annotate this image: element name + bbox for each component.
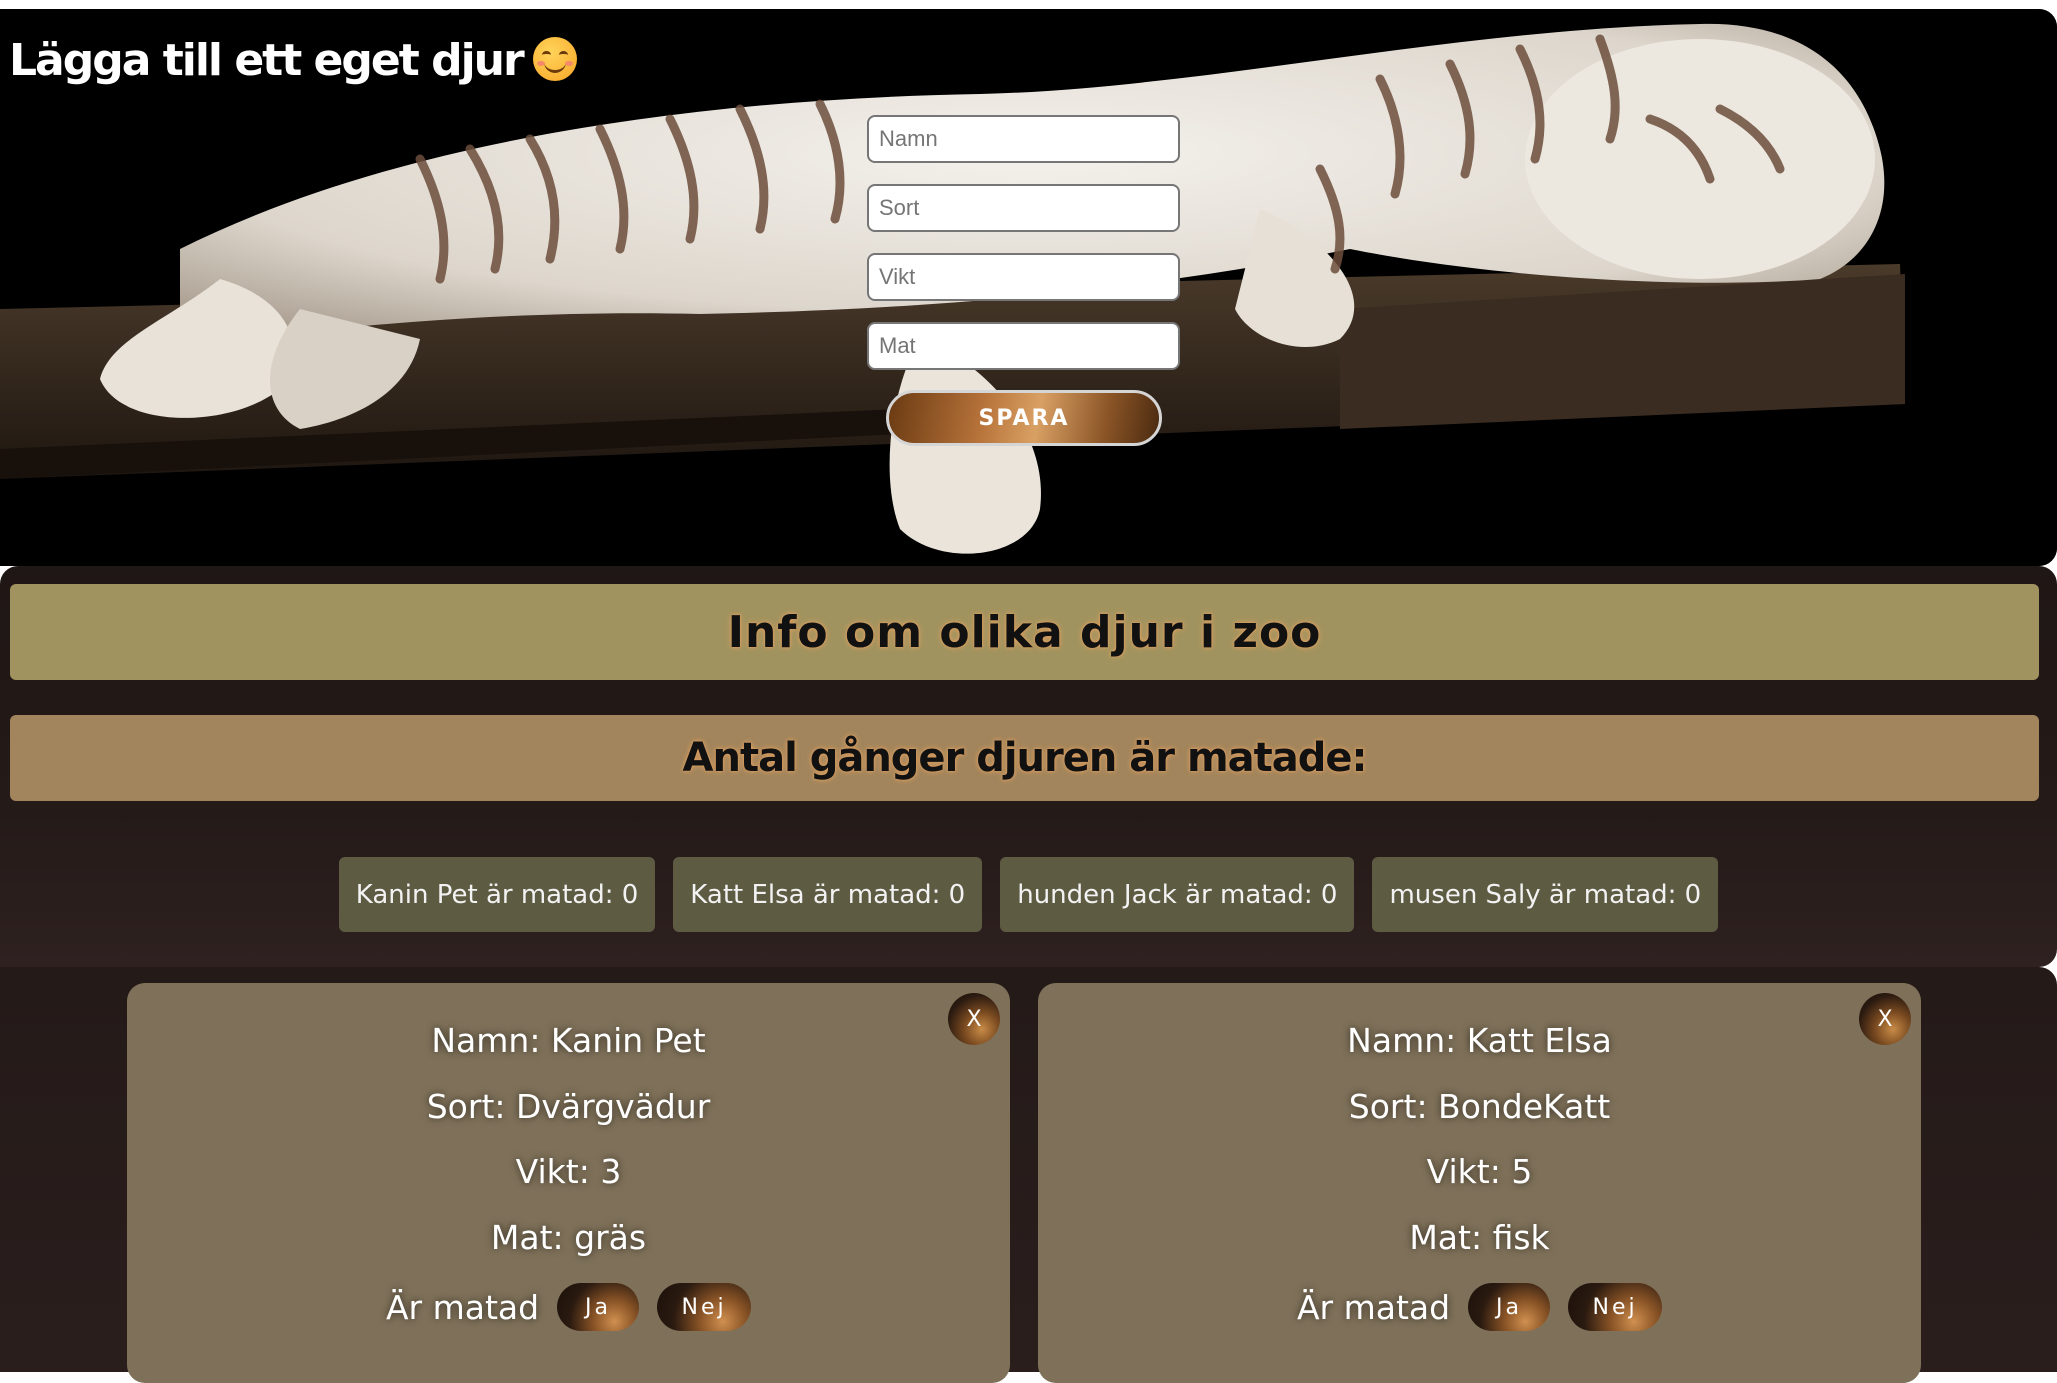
sort-input[interactable] <box>867 184 1180 232</box>
animal-card: X Namn: Katt Elsa Sort: BondeKatt Vikt: … <box>1038 983 1921 1383</box>
smiling-face-icon <box>532 37 577 81</box>
fed-yes-button[interactable]: Ja <box>557 1283 640 1331</box>
fed-no-button[interactable]: Nej <box>1568 1283 1663 1331</box>
animal-food: Mat: fisk <box>1409 1218 1550 1257</box>
form-title-text: Lägga till ett eget djur <box>9 35 525 86</box>
fed-count-katt-elsa[interactable]: Katt Elsa är matad: 0 <box>673 857 983 932</box>
fed-controls: Är matad Ja Nej <box>127 1283 1010 1331</box>
fed-label: Är matad <box>385 1287 540 1327</box>
save-button[interactable]: SPARA <box>886 390 1162 446</box>
animal-sort: Sort: Dvärgvädur <box>426 1087 711 1126</box>
fed-count-heading: Antal gånger djuren är matade: <box>10 715 2039 801</box>
info-section: Info om olika djur i zoo Antal gånger dj… <box>0 566 2057 967</box>
name-input[interactable] <box>867 115 1180 163</box>
hero-section: Lägga till ett eget djur SPARA <box>0 9 2057 566</box>
animal-weight: Vikt: 3 <box>515 1152 622 1191</box>
animal-weight: Vikt: 5 <box>1426 1152 1533 1191</box>
fed-controls: Är matad Ja Nej <box>1038 1283 1921 1331</box>
fed-label: Är matad <box>1296 1287 1451 1327</box>
weight-input[interactable] <box>867 253 1180 301</box>
fed-count-hunden-jack[interactable]: hunden Jack är matad: 0 <box>1000 857 1355 932</box>
fed-count-musen-saly[interactable]: musen Saly är matad: 0 <box>1372 857 1719 932</box>
fed-yes-button[interactable]: Ja <box>1468 1283 1551 1331</box>
animal-name: Namn: Kanin Pet <box>431 1021 706 1060</box>
animal-sort: Sort: BondeKatt <box>1348 1087 1611 1126</box>
animal-card: X Namn: Kanin Pet Sort: Dvärgvädur Vikt:… <box>127 983 1010 1383</box>
fed-count-kanin-pet[interactable]: Kanin Pet är matad: 0 <box>338 857 656 932</box>
animal-food: Mat: gräs <box>490 1218 647 1257</box>
fed-no-button[interactable]: Nej <box>657 1283 752 1331</box>
info-heading: Info om olika djur i zoo <box>10 584 2039 680</box>
animal-name: Namn: Katt Elsa <box>1347 1021 1612 1060</box>
fed-count-list: Kanin Pet är matad: 0 Katt Elsa är matad… <box>0 857 2057 932</box>
food-input[interactable] <box>867 322 1180 370</box>
animal-cards-section: X Namn: Kanin Pet Sort: Dvärgvädur Vikt:… <box>0 967 2057 1383</box>
form-title: Lägga till ett eget djur <box>9 35 577 86</box>
